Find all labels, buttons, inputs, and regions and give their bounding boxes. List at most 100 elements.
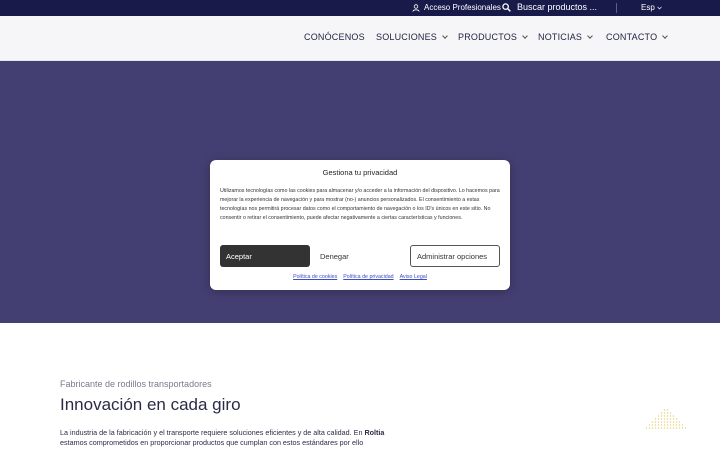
decorative-dot xyxy=(669,418,672,420)
decorative-dot xyxy=(663,418,666,420)
decorative-dot xyxy=(675,424,678,426)
chevron-down-icon xyxy=(442,32,448,39)
chevron-down-icon xyxy=(657,6,662,10)
manage-options-label: Administrar opciones xyxy=(417,251,488,261)
nav-item-label: CONÓCENOS xyxy=(304,32,365,42)
decorative-dot xyxy=(657,415,660,417)
decorative-dot xyxy=(654,427,657,429)
legal-notice-link[interactable]: Aviso Legal xyxy=(400,274,427,280)
decorative-dot xyxy=(675,418,678,420)
search-icon xyxy=(502,2,511,12)
decorative-dot xyxy=(669,424,672,426)
decorative-dot xyxy=(675,427,678,429)
cookie-modal-title: Gestiona tu privacidad xyxy=(322,168,398,177)
decorative-dot xyxy=(669,412,672,414)
deny-button-label: Denegar xyxy=(320,251,349,261)
decorative-dot xyxy=(666,421,669,423)
decorative-dot xyxy=(663,409,666,411)
cookie-modal-body: Utilizamos tecnologías como las cookies … xyxy=(220,188,500,221)
decorative-dot xyxy=(654,418,657,420)
decorative-dot xyxy=(681,424,684,426)
cookie-consent-modal: Gestiona tu privacidad Utilizamos tecnol… xyxy=(210,160,510,290)
nav-item-label: SOLUCIONES xyxy=(376,32,438,42)
nav-item-productos[interactable]: PRODUCTOS xyxy=(458,32,528,42)
language-selector[interactable]: Esp xyxy=(641,3,662,12)
decorative-dot xyxy=(672,424,675,426)
decorative-dot xyxy=(684,427,686,429)
nav-item-label: CONTACTO xyxy=(606,32,658,42)
decorative-dot xyxy=(660,415,663,417)
decorative-dot xyxy=(657,418,660,420)
nav-item-soluciones[interactable]: SOLUCIONES xyxy=(376,32,448,42)
chevron-down-icon xyxy=(587,32,593,39)
chevron-down-icon xyxy=(662,32,669,39)
decorative-dot xyxy=(660,412,663,414)
acceso-profesionales-label: Acceso Profesionales xyxy=(424,3,501,12)
nav-item-label: PRODUCTOS xyxy=(458,32,518,42)
decorative-dot xyxy=(646,427,648,429)
decorative-dot xyxy=(651,421,654,423)
decorative-dot xyxy=(681,427,684,429)
nav-item-noticias[interactable]: NOTICIAS xyxy=(538,32,593,42)
manage-options-button[interactable]: Administrar opciones xyxy=(410,245,500,267)
decorative-dot xyxy=(663,412,666,414)
decorative-dot xyxy=(669,415,672,417)
decorative-dot xyxy=(663,421,666,423)
decorative-dot xyxy=(663,415,666,417)
topbar-divider xyxy=(616,3,617,13)
decorative-dot xyxy=(663,424,666,426)
nav-item-label: NOTICIAS xyxy=(538,32,583,42)
nav-item-conocenos[interactable]: CONÓCENOS xyxy=(304,32,365,42)
section-eyebrow: Fabricante de rodillos transportadores xyxy=(60,379,212,389)
accept-button[interactable]: Aceptar xyxy=(220,245,310,267)
decorative-dot xyxy=(669,427,672,429)
brand-name: Roltia xyxy=(364,428,385,437)
decorative-dot xyxy=(672,415,675,417)
paragraph-text-1: La industria de la fabricación y el tran… xyxy=(60,428,365,437)
nav-item-contacto[interactable]: CONTACTO xyxy=(606,32,669,42)
decorative-dot xyxy=(660,427,663,429)
main-nav: CONÓCENOS SOLUCIONES PRODUCTOS NOTICIAS … xyxy=(0,16,720,61)
paragraph-text-2: estamos comprometidos en proporcionar pr… xyxy=(60,438,364,447)
decorative-dot xyxy=(648,427,651,429)
language-label: Esp xyxy=(641,3,655,12)
decorative-dot xyxy=(654,421,657,423)
decorative-dot xyxy=(654,424,657,426)
decorative-dots xyxy=(646,409,686,429)
acceso-profesionales-link[interactable]: Acceso Profesionales xyxy=(412,3,501,12)
decorative-dot xyxy=(657,427,660,429)
decorative-dot xyxy=(672,421,675,423)
decorative-dot xyxy=(666,424,669,426)
decorative-dot xyxy=(666,415,669,417)
search-placeholder: Buscar productos ... xyxy=(517,2,598,12)
section-paragraph: La industria de la fabricación y el tran… xyxy=(60,428,405,448)
decorative-dot xyxy=(678,421,681,423)
decorative-dot xyxy=(660,418,663,420)
chevron-down-icon xyxy=(522,32,528,39)
decorative-dot xyxy=(651,427,654,429)
privacy-policy-link[interactable]: Política de privacidad xyxy=(343,274,393,280)
decorative-dot xyxy=(675,421,678,423)
decorative-dot xyxy=(660,421,663,423)
section-heading: Innovación en cada giro xyxy=(60,395,241,414)
cookie-modal-links: Política de cookies Política de privacid… xyxy=(210,274,510,280)
decorative-dot xyxy=(666,418,669,420)
search-input[interactable]: Buscar productos ... xyxy=(502,2,597,12)
decorative-dot xyxy=(678,427,681,429)
decorative-dot xyxy=(648,424,651,426)
decorative-dot xyxy=(657,424,660,426)
decorative-dot xyxy=(657,421,660,423)
decorative-dot xyxy=(663,427,666,429)
accept-button-label: Aceptar xyxy=(226,251,252,261)
decorative-dot xyxy=(678,424,681,426)
decorative-dot xyxy=(651,424,654,426)
decorative-dot xyxy=(666,427,669,429)
decorative-dot xyxy=(672,418,675,420)
top-utility-bar: Acceso Profesionales Buscar productos ..… xyxy=(0,0,720,16)
decorative-dot xyxy=(666,409,669,411)
deny-button[interactable]: Denegar xyxy=(314,245,404,267)
decorative-dot xyxy=(669,421,672,423)
decorative-dot xyxy=(660,424,663,426)
cookie-policy-link[interactable]: Política de cookies xyxy=(293,274,337,280)
decorative-dot xyxy=(666,412,669,414)
